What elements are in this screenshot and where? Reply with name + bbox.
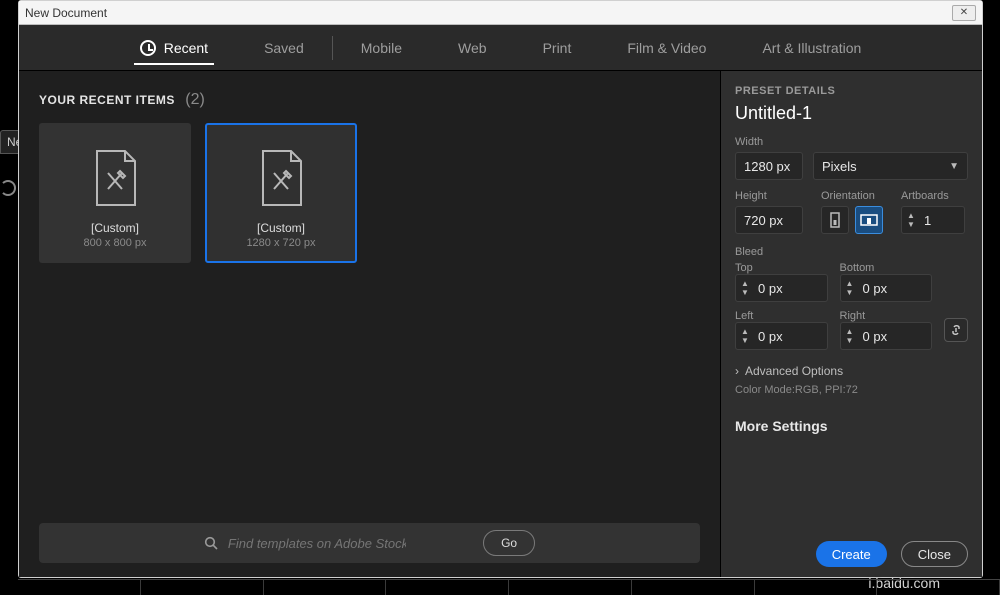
search-icon (204, 536, 218, 550)
spinner-icon (0, 180, 16, 196)
go-button[interactable]: Go (483, 530, 535, 556)
artboards-stepper[interactable]: ▲▼ (901, 206, 965, 234)
bleed-value[interactable] (859, 281, 903, 296)
preset-card-selected[interactable]: [Custom] 1280 x 720 px (205, 123, 357, 263)
height-label: Height (735, 190, 803, 202)
panel-title: PRESET DETAILS (735, 85, 968, 97)
card-label: [Custom] (91, 221, 139, 235)
bleed-right-label: Right (840, 310, 933, 322)
preset-details-panel: PRESET DETAILS Untitled-1 Width Pixels ▼… (720, 71, 982, 577)
category-tabs: Recent Saved Mobile Web Print Film & Vid… (19, 25, 982, 71)
recent-items-heading: YOUR RECENT ITEMS (2) (39, 91, 700, 109)
card-dimensions: 1280 x 720 px (246, 237, 315, 249)
titlebar: New Document ✕ (19, 1, 982, 25)
artboards-label: Artboards (901, 190, 965, 202)
portrait-icon (828, 212, 842, 228)
bleed-grid: Top ▲▼ Bottom ▲▼ Left (735, 262, 968, 350)
orientation-landscape[interactable] (855, 206, 883, 234)
bleed-right-input[interactable]: ▲▼ (840, 322, 933, 350)
document-icon (257, 149, 305, 207)
color-mode-text: Color Mode:RGB, PPI:72 (735, 384, 968, 396)
stepper-arrows-icon[interactable]: ▲▼ (736, 280, 754, 297)
bleed-top-input[interactable]: ▲▼ (735, 274, 828, 302)
tab-label: Print (543, 40, 572, 56)
bleed-value[interactable] (859, 329, 903, 344)
stepper-arrows-icon[interactable]: ▲▼ (902, 212, 920, 229)
ruler (18, 579, 1000, 595)
orientation-portrait[interactable] (821, 206, 849, 234)
units-select[interactable]: Pixels ▼ (813, 152, 968, 180)
tab-label: Art & Illustration (762, 40, 861, 56)
chevron-down-icon: ▼ (949, 161, 959, 172)
card-label: [Custom] (257, 221, 305, 235)
tab-label: Saved (264, 40, 304, 56)
tab-film-video[interactable]: Film & Video (599, 25, 734, 71)
bleed-value[interactable] (754, 281, 798, 296)
stock-search-bar: Go (39, 523, 700, 563)
tab-mobile[interactable]: Mobile (333, 25, 430, 71)
width-input[interactable] (735, 152, 803, 180)
stepper-arrows-icon[interactable]: ▲▼ (736, 328, 754, 345)
document-icon (91, 149, 139, 207)
bleed-bottom-label: Bottom (840, 262, 933, 274)
more-settings-link[interactable]: More Settings (735, 418, 968, 434)
bleed-left-label: Left (735, 310, 828, 322)
tab-art-illustration[interactable]: Art & Illustration (734, 25, 889, 71)
bleed-top-label: Top (735, 262, 828, 274)
window-close-button[interactable]: ✕ (952, 5, 976, 21)
tab-label: Web (458, 40, 487, 56)
heading-count: (2) (185, 91, 205, 108)
tab-label: Recent (164, 40, 208, 56)
tab-label: Mobile (361, 40, 402, 56)
landscape-icon (860, 213, 878, 227)
link-bleed-button[interactable] (944, 318, 968, 342)
preset-cards: [Custom] 800 x 800 px [Custom] 1280 x 72… (39, 123, 700, 263)
advanced-label: Advanced Options (745, 364, 843, 378)
tab-print[interactable]: Print (515, 25, 600, 71)
bleed-bottom-input[interactable]: ▲▼ (840, 274, 933, 302)
stepper-arrows-icon[interactable]: ▲▼ (841, 280, 859, 297)
create-button[interactable]: Create (816, 541, 887, 567)
clock-icon (140, 40, 156, 56)
card-dimensions: 800 x 800 px (84, 237, 147, 249)
close-icon: ✕ (960, 7, 968, 18)
tab-web[interactable]: Web (430, 25, 515, 71)
chevron-right-icon: › (735, 364, 739, 378)
tab-saved[interactable]: Saved (236, 25, 332, 71)
orientation-label: Orientation (821, 190, 883, 202)
dialog-body: YOUR RECENT ITEMS (2) [Custom] 800 x 800… (19, 71, 982, 577)
window-title: New Document (25, 6, 107, 20)
heading-text: YOUR RECENT ITEMS (39, 93, 175, 107)
bleed-value[interactable] (754, 329, 798, 344)
artboards-input[interactable] (920, 213, 964, 228)
close-button[interactable]: Close (901, 541, 968, 567)
tab-label: Film & Video (627, 40, 706, 56)
preset-card[interactable]: [Custom] 800 x 800 px (39, 123, 191, 263)
link-icon (949, 323, 963, 337)
units-value: Pixels (822, 159, 857, 174)
tab-recent[interactable]: Recent (112, 25, 236, 71)
height-input[interactable] (735, 206, 803, 234)
bleed-label: Bleed (735, 246, 968, 258)
width-label: Width (735, 136, 968, 148)
new-document-dialog: New Document ✕ Recent Saved Mobile Web P… (18, 0, 983, 578)
preset-name[interactable]: Untitled-1 (735, 103, 968, 124)
stock-search-input[interactable] (228, 536, 406, 551)
presets-panel: YOUR RECENT ITEMS (2) [Custom] 800 x 800… (19, 71, 720, 577)
advanced-options-toggle[interactable]: › Advanced Options (735, 364, 968, 378)
bleed-left-input[interactable]: ▲▼ (735, 322, 828, 350)
dialog-footer: Create Close (735, 529, 968, 567)
stepper-arrows-icon[interactable]: ▲▼ (841, 328, 859, 345)
